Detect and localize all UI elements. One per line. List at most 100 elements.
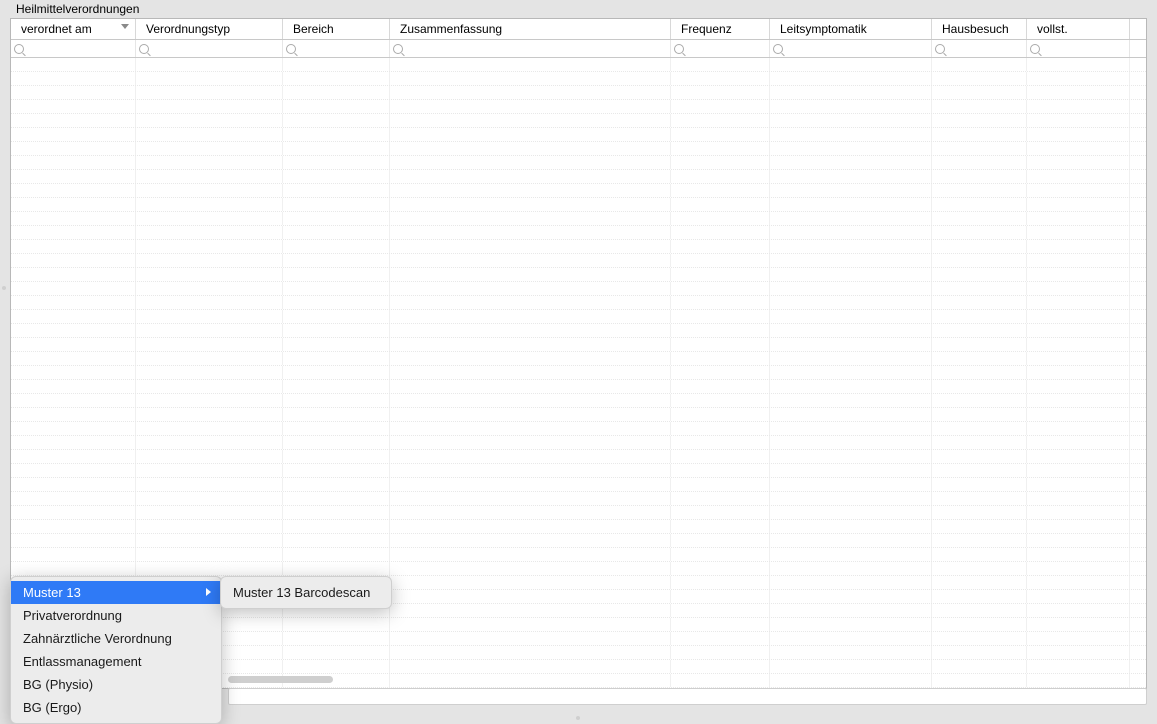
table-row[interactable] [11,324,1146,338]
table-row[interactable] [11,296,1146,310]
submenu-item[interactable]: Muster 13 Barcodescan [221,581,391,604]
filter-leitsymptomatik[interactable] [770,40,932,57]
context-menu[interactable]: Muster 13PrivatverordnungZahnärztliche V… [10,576,222,724]
context-submenu[interactable]: Muster 13 Barcodescan [220,576,392,609]
filter-hausbesuch[interactable] [932,40,1027,57]
table-row[interactable] [11,450,1146,464]
table-cell [770,100,932,113]
menu-item[interactable]: BG (Ergo) [11,696,221,719]
table-row[interactable] [11,408,1146,422]
table-cell [283,254,390,267]
col-bereich[interactable]: Bereich [283,19,390,39]
filter-vollst[interactable] [1027,40,1130,57]
table-row[interactable] [11,310,1146,324]
filter-zusammenfassung[interactable] [390,40,671,57]
table-cell [770,240,932,253]
filter-bereich[interactable] [283,40,390,57]
filter-verordnungstyp[interactable] [136,40,283,57]
table-cell [932,646,1027,659]
col-leitsymptomatik[interactable]: Leitsymptomatik [770,19,932,39]
scrollbar-thumb[interactable] [228,676,333,683]
table-row[interactable] [11,394,1146,408]
table-row[interactable] [11,100,1146,114]
table-cell [283,492,390,505]
table-row[interactable] [11,464,1146,478]
table-row[interactable] [11,492,1146,506]
col-hausbesuch[interactable]: Hausbesuch [932,19,1027,39]
menu-item[interactable]: Zahnärztliche Verordnung [11,627,221,650]
table-row[interactable] [11,128,1146,142]
col-frequenz[interactable]: Frequenz [671,19,770,39]
table-cell [932,198,1027,211]
table-cell [671,170,770,183]
table-row[interactable] [11,268,1146,282]
col-label: verordnet am [21,22,92,36]
table-cell [770,324,932,337]
table-row[interactable] [11,506,1146,520]
table-cell [770,156,932,169]
table-cell [932,660,1027,673]
table-cell [671,576,770,589]
table-cell [283,156,390,169]
table-row[interactable] [11,380,1146,394]
table-row[interactable] [11,352,1146,366]
table-cell [932,114,1027,127]
table-row[interactable] [11,254,1146,268]
table-cell [136,352,283,365]
table-cell [390,534,671,547]
table-row[interactable] [11,184,1146,198]
table-row[interactable] [11,86,1146,100]
table-row[interactable] [11,478,1146,492]
table-row[interactable] [11,114,1146,128]
col-vollst[interactable]: vollst. [1027,19,1130,39]
table-row[interactable] [11,548,1146,562]
table-row[interactable] [11,72,1146,86]
table-row[interactable] [11,520,1146,534]
table-row[interactable] [11,366,1146,380]
table-row[interactable] [11,436,1146,450]
table-row[interactable] [11,58,1146,72]
menu-item[interactable]: Entlassmanagement [11,650,221,673]
menu-item[interactable]: Muster 13 [11,581,221,604]
table-cell [770,576,932,589]
table-row[interactable] [11,282,1146,296]
table-row[interactable] [11,226,1146,240]
table-cell [1027,478,1130,491]
table-row[interactable] [11,562,1146,576]
table-cell [770,352,932,365]
table-cell [283,212,390,225]
menu-item[interactable]: BG (Physio) [11,673,221,696]
table-row[interactable] [11,534,1146,548]
table-cell [11,310,136,323]
filter-verordnet-am[interactable] [11,40,136,57]
table-cell [932,240,1027,253]
table-cell [1027,296,1130,309]
table-row[interactable] [11,422,1146,436]
table-cell [1027,352,1130,365]
table-cell [770,184,932,197]
table-row[interactable] [11,212,1146,226]
table-cell [932,422,1027,435]
bottom-input[interactable] [228,688,1147,705]
table-cell [11,352,136,365]
table-row[interactable] [11,156,1146,170]
col-verordnungstyp[interactable]: Verordnungstyp [136,19,283,39]
table-row[interactable] [11,338,1146,352]
bottom-splitter-handle-icon[interactable] [576,716,580,720]
menu-item[interactable]: Privatverordnung [11,604,221,627]
table-row[interactable] [11,240,1146,254]
table-row[interactable] [11,142,1146,156]
table-row[interactable] [11,198,1146,212]
chevron-right-icon [206,588,211,596]
table-row[interactable] [11,170,1146,184]
col-zusammenfassung[interactable]: Zusammenfassung [390,19,671,39]
table-cell [136,296,283,309]
table-cell [390,268,671,281]
table-cell [136,520,283,533]
table-cell [1027,562,1130,575]
left-splitter-handle-icon[interactable] [2,286,6,290]
filter-frequenz[interactable] [671,40,770,57]
col-verordnet-am[interactable]: verordnet am [11,19,136,39]
table-cell [283,198,390,211]
table-cell [390,576,671,589]
